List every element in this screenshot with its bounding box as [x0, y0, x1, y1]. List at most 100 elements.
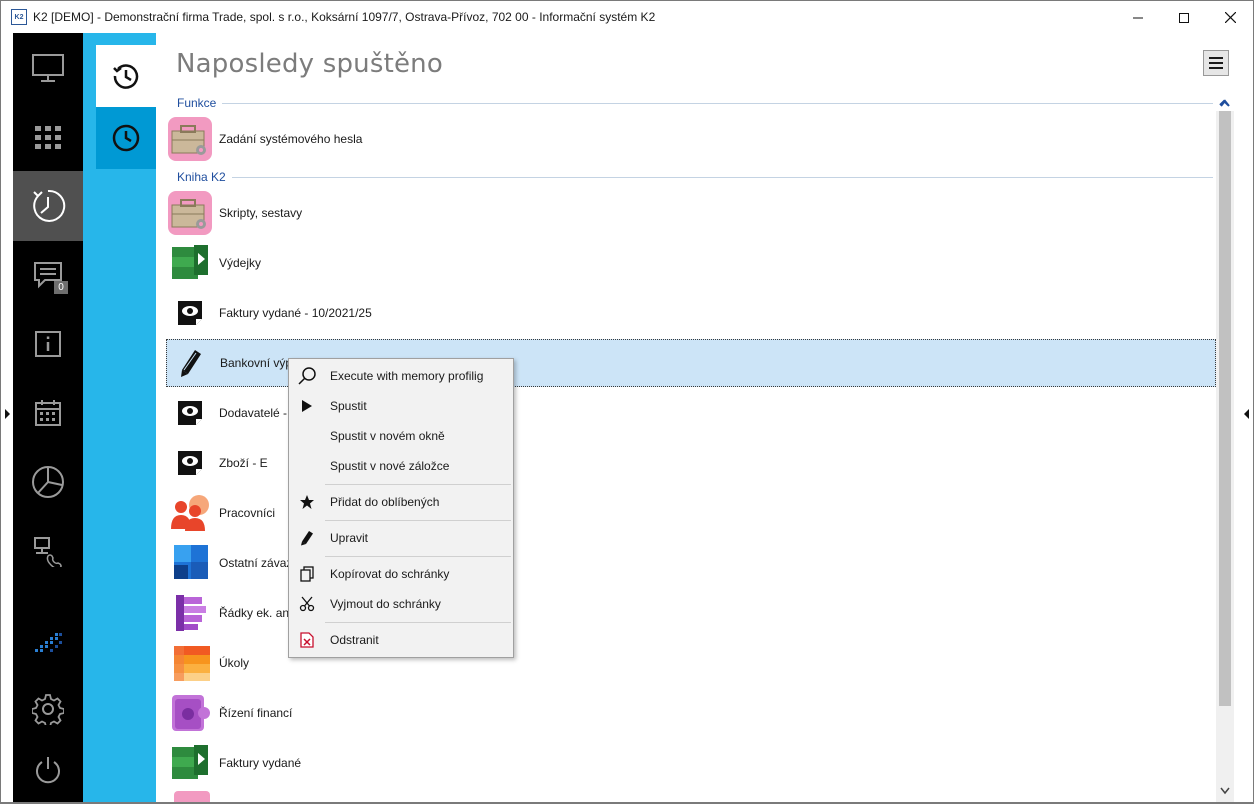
item-label: Faktury vydané	[219, 756, 302, 770]
list-item[interactable]: Faktury vydané - 10/2021/25	[166, 289, 1216, 337]
item-label: Úkoly	[219, 656, 250, 670]
item-label: Zboží - E	[219, 456, 268, 470]
menu-item-run[interactable]: Spustit	[289, 392, 513, 420]
sidebar-item-apps[interactable]	[13, 102, 83, 172]
maximize-button[interactable]	[1161, 1, 1207, 34]
sidebar-item-calendar[interactable]	[13, 378, 83, 448]
sidebar-item-k2-logo[interactable]	[13, 608, 83, 678]
group-divider	[222, 102, 1213, 104]
vertical-scrollbar[interactable]	[1216, 99, 1234, 802]
gear-icon	[32, 694, 64, 725]
eye-document-icon	[166, 439, 214, 487]
menu-item-run-new-tab[interactable]: Spustit v nové záložce	[289, 452, 513, 480]
expand-left-arrow-icon[interactable]	[5, 409, 10, 419]
minimize-button[interactable]	[1115, 1, 1161, 34]
sidebar-item-settings[interactable]	[13, 674, 83, 744]
green-play-book-icon	[166, 739, 214, 787]
monitor-icon	[32, 54, 64, 82]
list-item[interactable]: Výdejky	[166, 239, 1216, 287]
close-button[interactable]	[1207, 1, 1253, 34]
blue-grid-book-icon	[166, 539, 214, 587]
menu-separator	[325, 556, 511, 557]
toolbox-icon	[166, 189, 214, 237]
list-item[interactable]: Skripty, sestavy	[166, 189, 1216, 237]
menu-item-label: Přidat do oblíbených	[330, 495, 440, 509]
scrollbar-thumb[interactable]	[1219, 111, 1231, 706]
sidebar-item-messages[interactable]: 0	[13, 240, 83, 310]
tab-clock[interactable]	[96, 107, 156, 169]
menu-item-label: Vyjmout do schránky	[330, 597, 441, 611]
list-item[interactable]: Zadání systémového hesla	[166, 115, 1216, 163]
star-icon	[289, 494, 325, 510]
menu-item-copy[interactable]: Kopírovat do schránky	[289, 560, 513, 588]
maximize-icon	[1179, 12, 1189, 23]
expand-right-arrow-icon[interactable]	[1244, 409, 1249, 419]
item-label: Řádky ek. ana	[219, 606, 296, 620]
scroll-down-icon	[1220, 787, 1230, 795]
play-icon	[289, 399, 325, 413]
eye-document-icon	[166, 289, 214, 337]
hamburger-menu-button[interactable]	[1203, 50, 1229, 76]
menu-separator	[325, 520, 511, 521]
menu-item-label: Execute with memory profilig	[330, 369, 484, 383]
pencil-icon	[289, 530, 325, 546]
green-play-book-icon	[166, 239, 214, 287]
k2-logo-icon	[35, 633, 62, 652]
menu-item-add-favorites[interactable]: Přidat do oblíbených	[289, 488, 513, 516]
menu-separator	[325, 622, 511, 623]
item-label: Faktury vydané - 10/2021/25	[219, 306, 372, 320]
item-label: Řízení financí	[219, 706, 293, 720]
item-label: Výdejky	[219, 256, 262, 270]
menu-item-label: Upravit	[330, 531, 369, 545]
menu-separator	[325, 484, 511, 485]
menu-item-cut[interactable]: Vyjmout do schránky	[289, 590, 513, 618]
item-label: Ostatní závaz	[219, 556, 293, 570]
copy-icon	[289, 566, 325, 582]
menu-item-delete[interactable]: Odstranit	[289, 626, 513, 654]
purple-finance-icon	[166, 689, 214, 737]
close-icon	[1224, 12, 1236, 23]
menu-item-label: Spustit	[330, 399, 367, 413]
title-bar: K2 K2 [DEMO] - Demonstrační firma Trade,…	[0, 0, 1254, 33]
sidebar-item-statistics[interactable]	[13, 447, 83, 517]
sidebar-item-communication[interactable]	[13, 516, 83, 586]
item-label: Skripty, sestavy	[219, 206, 303, 220]
menu-item-run-new-window[interactable]: Spustit v novém okně	[289, 422, 513, 450]
info-icon	[35, 331, 61, 357]
sidebar-item-info[interactable]	[13, 309, 83, 379]
k2-app-icon: K2	[11, 9, 27, 25]
list-item[interactable]: Faktury vydané	[166, 739, 1216, 787]
item-label: Zadání systémového hesla	[219, 132, 363, 146]
group-label: Funkce	[177, 96, 217, 110]
delete-icon	[289, 632, 325, 648]
toolbox-icon	[166, 115, 214, 163]
group-header-kniha-k2[interactable]: Kniha K2	[177, 170, 1229, 184]
tab-history[interactable]	[96, 45, 156, 107]
sidebar-item-power[interactable]	[13, 735, 83, 804]
main-sidebar: 0	[13, 33, 83, 802]
pie-chart-icon	[32, 466, 64, 498]
calendar-icon	[35, 400, 61, 426]
list-item[interactable]: Řízení financí	[166, 689, 1216, 737]
minimize-icon	[1133, 17, 1143, 18]
page-title: Naposledy spuštěno	[176, 49, 443, 79]
network-phone-icon	[34, 537, 62, 567]
menu-item-edit[interactable]: Upravit	[289, 524, 513, 552]
menu-item-label: Odstranit	[330, 633, 379, 647]
group-divider	[231, 176, 1213, 178]
sidebar-item-desktop[interactable]	[13, 33, 83, 103]
recent-history-icon	[33, 189, 66, 222]
group-header-funkce[interactable]: Funkce	[177, 96, 1229, 110]
context-menu: Execute with memory profilig Spustit Spu…	[288, 358, 514, 658]
people-gear-icon	[166, 489, 214, 537]
sidebar-item-recent[interactable]	[13, 171, 83, 241]
item-label: Pracovníci	[219, 506, 276, 520]
menu-item-memory-profiling[interactable]: Execute with memory profilig	[289, 362, 513, 390]
tab-strip	[83, 33, 156, 802]
power-icon	[36, 757, 60, 784]
messages-count-badge: 0	[54, 281, 68, 294]
scissors-icon	[289, 596, 325, 612]
eye-document-icon	[166, 389, 214, 437]
purple-list-icon	[166, 589, 214, 637]
window-title: K2 [DEMO] - Demonstrační firma Trade, sp…	[33, 10, 656, 24]
